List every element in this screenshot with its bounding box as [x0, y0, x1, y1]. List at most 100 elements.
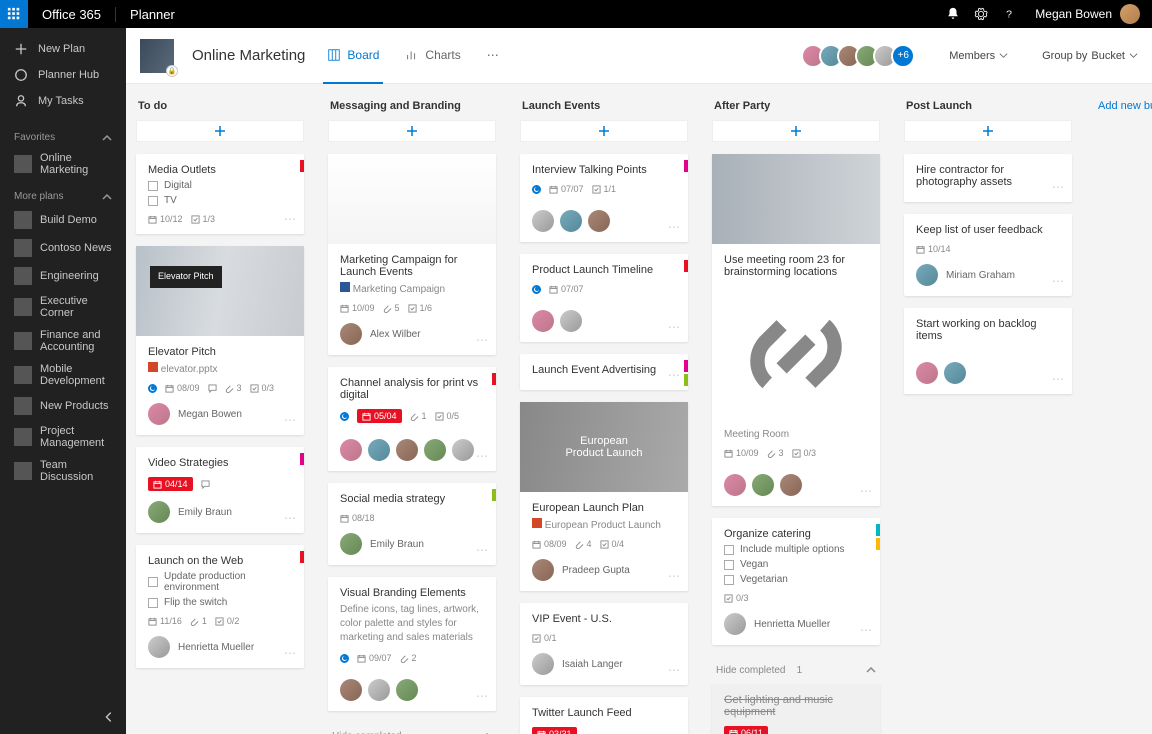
avatar	[148, 403, 170, 425]
add-bucket-button[interactable]: Add new bucket	[1096, 98, 1152, 114]
card-menu-button[interactable]: ⋯	[668, 320, 680, 334]
bucket-title[interactable]: Messaging and Branding	[328, 98, 496, 120]
task-card[interactable]: Elevator PitchElevator Pitch elevator.pp…	[136, 246, 304, 435]
my-tasks-link[interactable]: My Tasks	[0, 88, 126, 114]
card-menu-button[interactable]: ⋯	[860, 484, 872, 498]
card-menu-button[interactable]: ⋯	[668, 663, 680, 677]
task-card[interactable]: Video Strategies04/14Emily Braun⋯	[136, 447, 304, 533]
card-menu-button[interactable]: ⋯	[284, 212, 296, 226]
task-card[interactable]: Hire contractor for photography assets⋯	[904, 154, 1072, 202]
due-date: 10/09	[340, 303, 375, 313]
checkbox[interactable]	[724, 545, 734, 555]
task-card[interactable]: Keep list of user feedback10/14Miriam Gr…	[904, 214, 1072, 296]
task-card[interactable]: Start working on backlog items⋯	[904, 308, 1072, 394]
checklist-item[interactable]: TV	[148, 195, 292, 206]
card-menu-button[interactable]: ⋯	[860, 623, 872, 637]
hide-completed-toggle[interactable]: Hide completed 1	[712, 657, 880, 684]
card-menu-button[interactable]: ⋯	[476, 543, 488, 557]
task-card[interactable]: Launch on the WebUpdate production envir…	[136, 545, 304, 668]
sidebar-plan-item[interactable]: Executive Corner	[0, 290, 126, 324]
sidebar-plan-item[interactable]: Engineering	[0, 262, 126, 290]
attachment-count: 1	[410, 411, 427, 421]
checkbox[interactable]	[148, 181, 158, 191]
card-menu-button[interactable]: ⋯	[1052, 180, 1064, 194]
add-task-button[interactable]	[712, 120, 880, 142]
checklist-item[interactable]: Vegan	[724, 559, 868, 570]
help-icon[interactable]: ?	[995, 0, 1023, 28]
card-menu-button[interactable]: ⋯	[668, 220, 680, 234]
card-menu-button[interactable]: ⋯	[668, 368, 680, 382]
task-card[interactable]: Get lighting and music equipment06/11Com…	[712, 684, 880, 734]
add-task-button[interactable]	[136, 120, 304, 142]
checklist-item[interactable]: Flip the switch	[148, 597, 292, 608]
add-task-button[interactable]	[904, 120, 1072, 142]
notifications-icon[interactable]	[939, 0, 967, 28]
add-task-button[interactable]	[520, 120, 688, 142]
task-card[interactable]: Twitter Launch Feed03/31Emily Braun⋯	[520, 697, 688, 734]
sidebar-plan-item[interactable]: Build Demo	[0, 206, 126, 234]
tab-board[interactable]: Board	[323, 28, 383, 84]
settings-icon[interactable]	[967, 0, 995, 28]
sidebar-favorite-item[interactable]: Online Marketing	[0, 147, 126, 181]
task-card[interactable]: Visual Branding ElementsDefine icons, ta…	[328, 577, 496, 711]
bucket-column: Messaging and Branding Marketing Campaign…	[328, 98, 496, 734]
hide-completed-toggle[interactable]: Hide completed	[328, 723, 496, 734]
checkbox[interactable]	[148, 598, 158, 608]
planner-hub-link[interactable]: Planner Hub	[0, 62, 126, 88]
new-plan-button[interactable]: New Plan	[0, 36, 126, 62]
user-menu[interactable]: Megan Bowen	[1023, 4, 1152, 24]
task-card[interactable]: Media OutletsDigitalTV10/121/3⋯	[136, 154, 304, 234]
card-menu-button[interactable]: ⋯	[476, 333, 488, 347]
bucket-title[interactable]: Post Launch	[904, 98, 1072, 120]
task-card[interactable]: European Product LaunchEuropean Launch P…	[520, 402, 688, 591]
bucket-title[interactable]: To do	[136, 98, 304, 120]
card-title: Media Outlets	[148, 164, 292, 176]
members-dropdown[interactable]: Members	[949, 50, 1008, 62]
task-card[interactable]: Interview Talking Points07/071/1⋯	[520, 154, 688, 242]
sidebar-plan-item[interactable]: Finance and Accounting	[0, 324, 126, 358]
card-title: Keep list of user feedback	[916, 224, 1060, 236]
task-card[interactable]: Organize cateringInclude multiple option…	[712, 518, 880, 645]
sidebar-plan-item[interactable]: Mobile Development	[0, 358, 126, 392]
checklist-item[interactable]: Digital	[148, 180, 292, 191]
task-card[interactable]: Marketing Campaign for Launch Events Mar…	[328, 154, 496, 355]
favorites-header[interactable]: Favorites	[0, 122, 126, 147]
checkbox[interactable]	[148, 577, 158, 587]
sidebar-plan-item[interactable]: Project Management	[0, 420, 126, 454]
card-menu-button[interactable]: ⋯	[476, 449, 488, 463]
checklist-item[interactable]: Update production environment	[148, 571, 292, 593]
card-menu-button[interactable]: ⋯	[284, 646, 296, 660]
checklist-item[interactable]: Vegetarian	[724, 574, 868, 585]
sidebar-plan-item[interactable]: Team Discussion	[0, 454, 126, 488]
task-card[interactable]: Channel analysis for print vs digital05/…	[328, 367, 496, 471]
task-card[interactable]: Social media strategy08/18Emily Braun⋯	[328, 483, 496, 565]
checkbox[interactable]	[148, 196, 158, 206]
task-card[interactable]: Product Launch Timeline07/07⋯	[520, 254, 688, 342]
card-menu-button[interactable]: ⋯	[284, 511, 296, 525]
card-menu-button[interactable]: ⋯	[476, 689, 488, 703]
task-card[interactable]: Use meeting room 23 for brainstorming lo…	[712, 154, 880, 506]
app-launcher[interactable]	[0, 0, 28, 28]
sidebar-plan-item[interactable]: Contoso News	[0, 234, 126, 262]
collapse-sidebar-button[interactable]	[102, 710, 116, 724]
card-menu-button[interactable]: ⋯	[284, 413, 296, 427]
bucket-title[interactable]: Launch Events	[520, 98, 688, 120]
task-card[interactable]: Launch Event Advertising⋯	[520, 354, 688, 390]
checklist-item[interactable]: Include multiple options	[724, 544, 868, 555]
card-menu-button[interactable]: ⋯	[1052, 274, 1064, 288]
board[interactable]: To doMedia OutletsDigitalTV10/121/3⋯Elev…	[126, 84, 1152, 734]
add-task-button[interactable]	[328, 120, 496, 142]
sidebar-plan-item[interactable]: New Products	[0, 392, 126, 420]
groupby-dropdown[interactable]: Group by Bucket	[1042, 50, 1138, 62]
card-menu-button[interactable]: ⋯	[1052, 372, 1064, 386]
card-menu-button[interactable]: ⋯	[668, 569, 680, 583]
checkbox[interactable]	[724, 560, 734, 570]
bucket-title[interactable]: After Party	[712, 98, 880, 120]
task-card[interactable]: VIP Event - U.S.0/1Isaiah Langer⋯	[520, 603, 688, 685]
tab-charts[interactable]: Charts	[401, 28, 464, 84]
more-menu[interactable]: ⋯	[483, 28, 503, 84]
checklist-count: 0/3	[724, 593, 749, 603]
more-plans-header[interactable]: More plans	[0, 181, 126, 206]
checkbox[interactable]	[724, 575, 734, 585]
plan-members[interactable]: +6	[807, 44, 915, 68]
